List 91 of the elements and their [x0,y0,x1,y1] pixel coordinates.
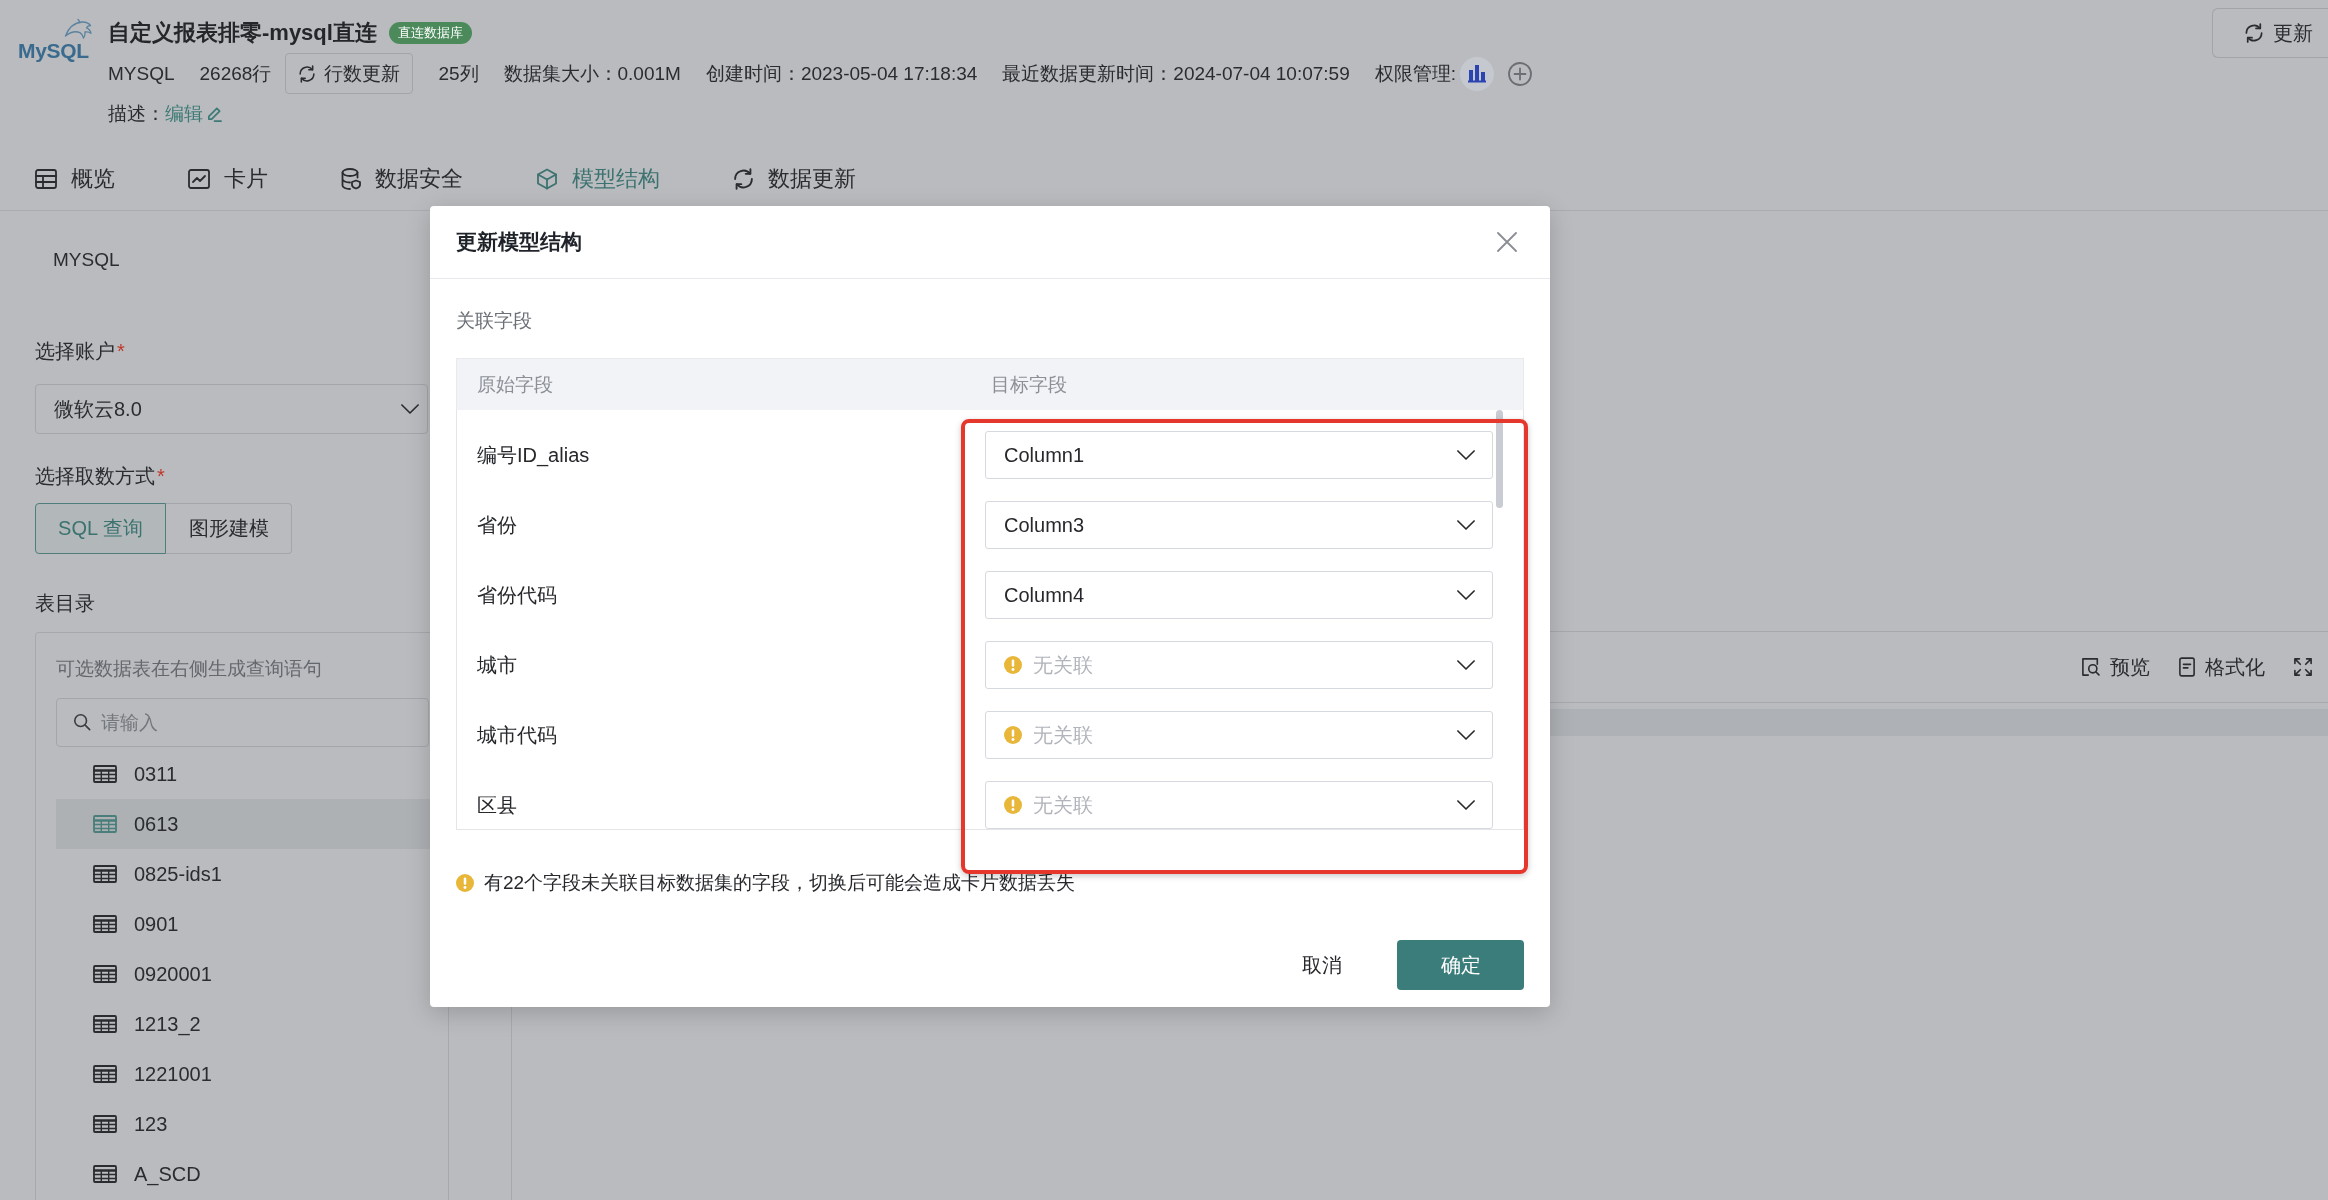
close-icon [1497,232,1517,252]
dialog-title: 更新模型结构 [456,229,582,255]
close-button[interactable] [1497,232,1517,252]
table-icon [93,965,117,983]
column-count: 25列 [438,61,479,86]
refresh-icon [2244,23,2264,43]
target-field-select[interactable]: Column3 [985,501,1493,549]
toolbar-button[interactable]: 格式化 [2179,653,2265,681]
refresh-icon [298,64,317,83]
fetch-mode-label: 选择取数方式 [35,464,155,489]
dataset-size: 数据集大小：0.001M [503,61,681,86]
tab[interactable]: 数据更新 [733,164,856,194]
cancel-button[interactable]: 取消 [1282,940,1362,990]
table-list-item[interactable]: 0920001 [56,949,448,999]
search-field[interactable]: 请输入 [56,698,429,747]
chevron-down-icon [1457,450,1475,460]
table-list-item[interactable]: 0825-ids1 [56,849,448,899]
tab[interactable]: 数据安全 [341,164,463,194]
target-field-select[interactable]: Column1 [985,431,1493,479]
tab[interactable]: 卡片 [188,164,268,194]
source-field-name: 省份代码 [476,582,558,608]
warning-message: 有22个字段未关联目标数据集的字段，切换后可能会造成卡片数据丢失 [484,871,1076,895]
permission-label: 权限管理: [1374,61,1457,86]
table-icon [93,1065,117,1083]
fetch-mode-option[interactable]: 图形建模 [166,503,292,554]
table-list-item[interactable]: A_SCD [56,1149,448,1199]
chevron-down-icon [1457,660,1475,670]
chevron-down-icon [401,404,419,414]
warning-icon [1004,796,1022,814]
account-select[interactable]: 微软云8.0 [35,384,428,434]
dataset-title: 自定义报表排零-mysql直连 [108,19,377,47]
account-label: 选择账户 [35,339,115,364]
table-icon [93,865,117,883]
section-label: 关联字段 [456,309,532,333]
database-icon [341,168,361,190]
table-icon [93,815,117,833]
table-list-item[interactable]: 1213_2 [56,999,448,1049]
plus-circle-icon[interactable] [1508,61,1533,86]
table-list-item[interactable]: 1221001 [56,1049,448,1099]
logo-icon [64,18,92,40]
column-header: 原始字段 [476,372,554,397]
source-field-name: 省份 [476,512,518,538]
required-mark: * [157,464,165,489]
updated-time: 最近数据更新时间：2024-07-04 10:07:59 [1002,61,1350,86]
table-icon [93,765,117,783]
table-icon [93,1115,117,1133]
logo-text: MySQL [18,40,89,62]
preview-icon [2082,658,2100,676]
required-mark: * [117,339,125,364]
table-icon [93,915,117,933]
chevron-down-icon [1457,730,1475,740]
refresh-icon [733,168,754,190]
warning-icon [456,874,474,892]
tab[interactable]: 概览 [35,164,115,194]
source-field-name: 城市代码 [476,722,558,748]
table-list-item[interactable]: 0311 [56,749,448,799]
cube-icon [536,168,558,190]
line-chart-icon [188,169,210,189]
row-refresh-button[interactable]: 行数更新 [285,53,414,94]
table-list-item[interactable]: 123 [56,1099,448,1149]
connection-badge: 直连数据库 [388,22,472,44]
chevron-down-icon [1457,590,1475,600]
search-icon [73,713,91,731]
toolbar-button[interactable]: 预览 [2082,653,2150,681]
pencil-icon [207,106,222,122]
update-button[interactable]: 更新 [2212,8,2328,58]
table-list-item[interactable]: 0901 [56,899,448,949]
table-icon [93,1015,117,1033]
catalog-hint: 可选数据表在右侧生成查询语句 [56,657,322,681]
source-type: MYSQL [53,248,120,272]
table-icon [93,1165,117,1183]
created-time: 创建时间：2023-05-04 17:18:34 [705,61,978,86]
source-field-name: 编号ID_alias [476,442,591,469]
catalog-label: 表目录 [35,591,95,616]
warning-icon [1004,656,1022,674]
source-field-name: 城市 [476,652,518,678]
target-field-select[interactable]: Column4 [985,571,1493,619]
scrollbar-thumb[interactable] [1496,410,1503,508]
row-count: 26268行 [199,61,272,86]
source-field-name: 区县 [476,792,518,818]
chevron-down-icon [1457,520,1475,530]
expand-icon[interactable] [2294,658,2312,676]
chevron-down-icon [1457,800,1475,810]
column-header: 目标字段 [990,372,1067,397]
document-icon [2179,657,2195,677]
bar-chart-avatar-icon[interactable] [1460,56,1495,91]
engine-label: MYSQL [108,62,175,85]
description-label: 描述： [108,102,165,126]
table-icon [35,169,57,189]
confirm-button[interactable]: 确定 [1397,940,1524,990]
warning-icon [1004,726,1022,744]
